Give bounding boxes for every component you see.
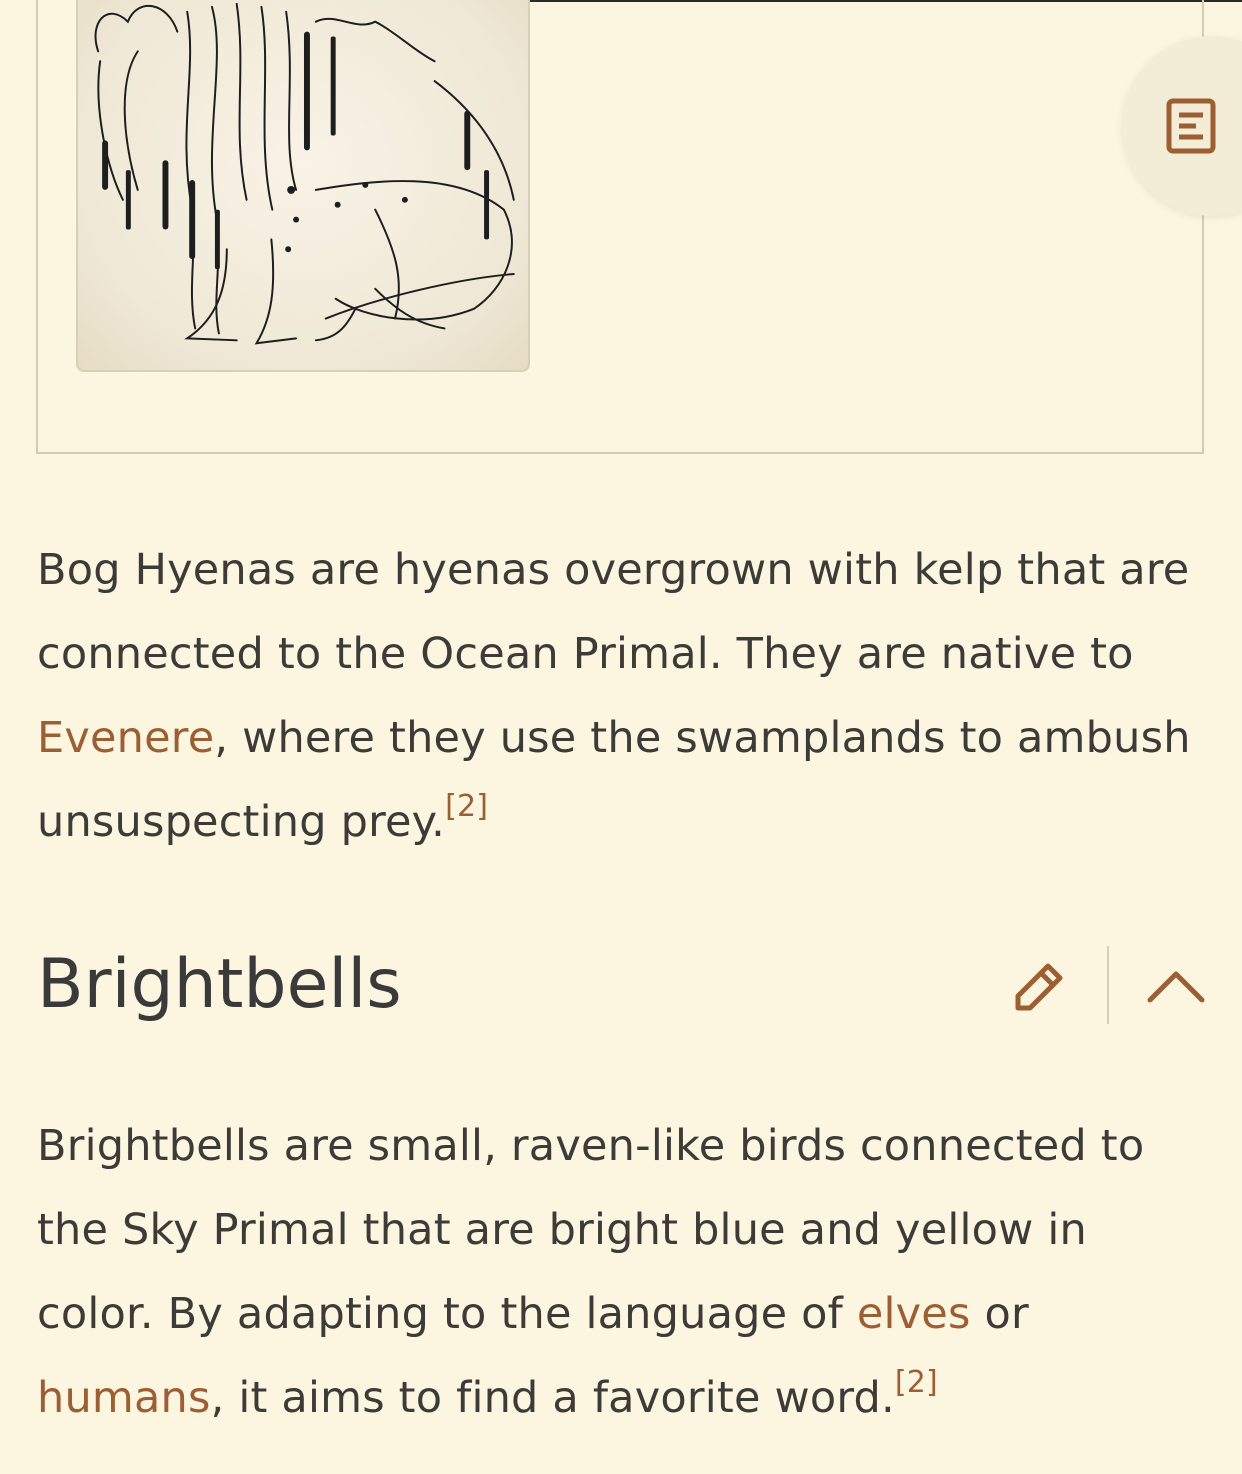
- paragraph-text: , it aims to find a favorite word.: [210, 1373, 895, 1423]
- chevron-up-icon: [1147, 971, 1205, 1003]
- reference-link[interactable]: [2]: [445, 789, 488, 824]
- bog-hyena-paragraph: Bog Hyenas are hyenas overgrown with kel…: [37, 528, 1207, 864]
- brightbells-paragraph: Brightbells are small, raven-like birds …: [37, 1104, 1207, 1440]
- paragraph-text: or: [970, 1289, 1029, 1339]
- link-elves[interactable]: elves: [857, 1289, 971, 1339]
- paragraph-text: Bog Hyenas are hyenas overgrown with kel…: [37, 545, 1190, 679]
- bog-hyena-image[interactable]: [76, 0, 530, 372]
- link-evenere[interactable]: Evenere: [37, 713, 214, 763]
- edit-section-button[interactable]: [1010, 956, 1070, 1016]
- section-heading-brightbells: Brightbells: [37, 945, 402, 1024]
- heading-divider: [1107, 946, 1109, 1024]
- table-of-contents-icon: [1166, 98, 1216, 154]
- collapse-section-button[interactable]: [1146, 964, 1206, 1008]
- pencil-icon: [1015, 963, 1063, 1011]
- link-humans[interactable]: humans: [37, 1373, 211, 1423]
- reference-link[interactable]: [2]: [895, 1365, 938, 1400]
- bog-hyena-sketch: [94, 2, 515, 345]
- article-page: Bog Hyenas are hyenas overgrown with kel…: [0, 0, 1242, 1474]
